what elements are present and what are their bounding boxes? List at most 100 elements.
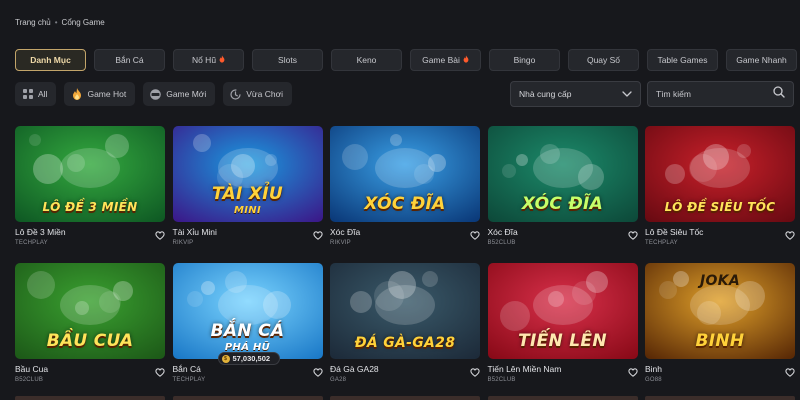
category-tab[interactable]: Danh Mục bbox=[15, 49, 86, 71]
game-name[interactable]: Binh bbox=[645, 364, 662, 374]
category-tab[interactable]: Table Games bbox=[647, 49, 718, 71]
game-grid: LÔ ĐỀ 3 MIỀN Lô Đề 3 Miền TECHPLAY TÀI XỈU… bbox=[15, 126, 795, 391]
game-name[interactable]: Tài Xỉu Mini bbox=[173, 227, 217, 237]
filter-all[interactable]: All bbox=[15, 82, 57, 106]
game-thumbnail[interactable]: JOKA BINH bbox=[645, 263, 795, 359]
favorite-heart-icon[interactable] bbox=[155, 364, 165, 377]
category-tab[interactable]: Bắn Cá bbox=[94, 49, 165, 71]
game-name-row: Tài Xỉu Mini bbox=[173, 227, 323, 240]
category-tab-label: Nổ Hũ bbox=[191, 55, 217, 65]
game-name[interactable]: Bầu Cua bbox=[15, 364, 48, 374]
category-tab-label: Danh Mục bbox=[30, 55, 71, 65]
game-provider: TECHPLAY bbox=[645, 240, 678, 246]
new-badge-icon bbox=[150, 88, 162, 100]
game-name-row: Bầu Cua bbox=[15, 364, 165, 377]
game-name-row: Binh bbox=[645, 364, 795, 377]
favorite-heart-icon[interactable] bbox=[470, 364, 480, 377]
game-thumbnail[interactable]: LÔ ĐỀ 3 MIỀN bbox=[15, 126, 165, 222]
filter-recent-label: Vừa Chơi bbox=[246, 89, 284, 99]
game-provider: B52CLUB bbox=[487, 240, 516, 246]
game-name[interactable]: Lô Đề 3 Miền bbox=[15, 227, 66, 237]
game-art-title: LÔ ĐỀ 3 MIỀN bbox=[42, 200, 138, 214]
game-name[interactable]: Tiến Lên Miền Nam bbox=[488, 364, 562, 374]
grid-icon bbox=[22, 89, 33, 100]
game-art-title: BINH bbox=[695, 331, 745, 351]
game-name[interactable]: Xóc Đĩa bbox=[330, 227, 360, 237]
jackpot-badge: $57,030,502 bbox=[217, 352, 280, 365]
game-card[interactable]: LÔ ĐỀ 3 MIỀN Lô Đề 3 Miền TECHPLAY bbox=[15, 126, 165, 254]
game-name-row: Xóc Đĩa bbox=[330, 227, 480, 240]
game-thumbnail[interactable]: TÀI XỈU MINI bbox=[172, 126, 323, 222]
game-card[interactable]: TIẾN LÊN Tiến Lên Miền Nam B52CLUB bbox=[487, 263, 638, 391]
game-name-row: Bắn Cá bbox=[173, 364, 323, 377]
game-art-title: TIẾN LÊN bbox=[518, 331, 607, 351]
game-art-title: ĐÁ GÀ-GA28 bbox=[354, 335, 456, 351]
search-icon[interactable] bbox=[773, 85, 785, 103]
category-tab[interactable]: Nổ Hũ bbox=[173, 49, 244, 71]
next-row-peek bbox=[15, 396, 795, 400]
category-tab-label: Game Bài bbox=[422, 55, 460, 65]
favorite-heart-icon[interactable] bbox=[785, 227, 795, 240]
game-card[interactable]: XÓC ĐĨA Xóc Đĩa RIKVIP bbox=[330, 126, 480, 254]
game-card[interactable]: XÓC ĐĨA Xóc Đĩa B52CLUB bbox=[487, 126, 638, 254]
game-card[interactable]: ĐÁ GÀ-GA28 Đá Gà GA28 GA28 bbox=[330, 263, 480, 391]
game-name[interactable]: Lô Đề Siêu Tốc bbox=[645, 227, 703, 237]
game-thumbnail[interactable]: XÓC ĐĨA bbox=[330, 126, 480, 222]
game-thumbnail[interactable]: XÓC ĐĨA bbox=[487, 126, 638, 222]
favorite-heart-icon[interactable] bbox=[785, 364, 795, 377]
category-tab[interactable]: Game Nhanh bbox=[726, 49, 797, 71]
breadcrumb-home[interactable]: Trang chủ bbox=[15, 18, 51, 27]
game-card[interactable]: BẮN CÁ PHÁ HŨ $57,030,502 Bắn Cá TECHPLAY bbox=[172, 263, 323, 391]
game-art-subtitle: MINI bbox=[234, 205, 261, 216]
favorite-heart-icon[interactable] bbox=[627, 227, 638, 240]
breadcrumb: Trang chủ • Cổng Game bbox=[15, 18, 105, 27]
game-card[interactable]: TÀI XỈU MINI Tài Xỉu Mini RIKVIP bbox=[172, 126, 323, 254]
provider-select[interactable]: Nhà cung cấp bbox=[510, 81, 641, 107]
filter-game-new[interactable]: Game Mới bbox=[143, 82, 216, 106]
game-art-top: JOKA bbox=[700, 273, 740, 289]
coin-icon: $ bbox=[221, 354, 230, 363]
filter-game-hot-label: Game Hot bbox=[87, 89, 127, 99]
provider-select-label: Nhà cung cấp bbox=[519, 89, 572, 99]
category-tab-label: Game Nhanh bbox=[736, 55, 787, 65]
flame-icon bbox=[71, 88, 82, 100]
filter-game-new-label: Game Mới bbox=[166, 89, 207, 99]
game-name-row: Lô Đề Siêu Tốc bbox=[645, 227, 795, 240]
filter-all-label: All bbox=[38, 89, 48, 99]
category-tab[interactable]: Keno bbox=[331, 49, 402, 71]
category-tab[interactable]: Bingo bbox=[489, 49, 560, 71]
filter-game-hot[interactable]: Game Hot bbox=[64, 82, 136, 106]
recent-icon bbox=[230, 88, 241, 100]
game-thumbnail[interactable]: TIẾN LÊN bbox=[487, 263, 638, 359]
category-tab[interactable]: Slots bbox=[252, 49, 323, 71]
game-thumbnail[interactable]: BẮN CÁ PHÁ HŨ bbox=[172, 263, 323, 359]
category-tab[interactable]: Game Bài bbox=[410, 49, 481, 71]
game-provider: RIKVIP bbox=[172, 240, 194, 246]
favorite-heart-icon[interactable] bbox=[312, 227, 323, 240]
game-card[interactable]: JOKA BINH Binh GO88 bbox=[645, 263, 795, 391]
game-card[interactable]: LÔ ĐỀ SIÊU TỐC Lô Đề Siêu Tốc TECHPLAY bbox=[645, 126, 795, 254]
game-name-row: Tiến Lên Miền Nam bbox=[488, 364, 638, 377]
filter-recent[interactable]: Vừa Chơi bbox=[223, 82, 293, 106]
game-card[interactable]: BẦU CUA Bầu Cua B52CLUB bbox=[15, 263, 165, 391]
jackpot-value: 57,030,502 bbox=[232, 354, 271, 363]
game-art-title: BẮN CÁ bbox=[210, 321, 285, 341]
game-name-row: Xóc Đĩa bbox=[488, 227, 638, 240]
category-tab[interactable]: Quay Số bbox=[568, 49, 639, 71]
favorite-heart-icon[interactable] bbox=[470, 227, 480, 240]
game-thumbnail[interactable]: BẦU CUA bbox=[15, 263, 165, 359]
game-thumbnail[interactable]: ĐÁ GÀ-GA28 bbox=[330, 263, 480, 359]
game-art-title: XÓC ĐĨA bbox=[364, 194, 446, 214]
game-name[interactable]: Đá Gà GA28 bbox=[330, 364, 379, 374]
game-name[interactable]: Xóc Đĩa bbox=[488, 227, 518, 237]
game-provider: GO88 bbox=[645, 377, 662, 383]
fire-icon bbox=[463, 55, 469, 65]
search-input[interactable] bbox=[656, 89, 766, 99]
favorite-heart-icon[interactable] bbox=[155, 227, 165, 240]
favorite-heart-icon[interactable] bbox=[627, 364, 638, 377]
game-thumbnail[interactable]: LÔ ĐỀ SIÊU TỐC bbox=[645, 126, 795, 222]
game-name-row: Lô Đề 3 Miền bbox=[15, 227, 165, 240]
game-name[interactable]: Bắn Cá bbox=[173, 364, 201, 374]
favorite-heart-icon[interactable] bbox=[312, 364, 323, 377]
category-tab-label: Quay Số bbox=[586, 55, 621, 65]
